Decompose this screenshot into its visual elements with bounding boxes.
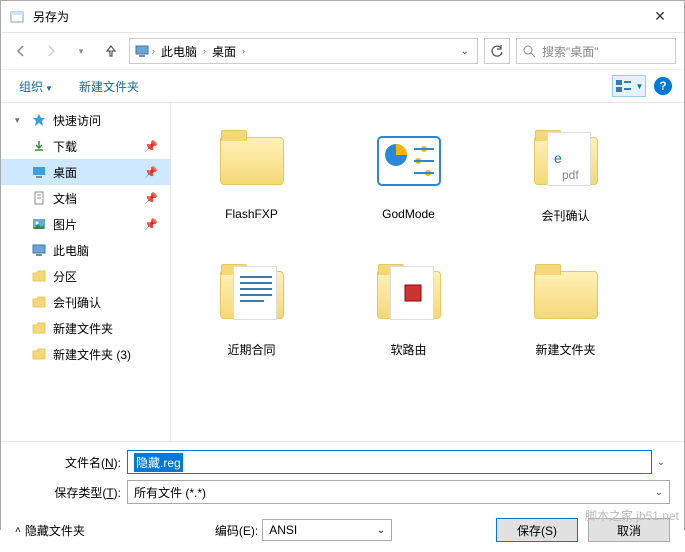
folder-icon (220, 271, 284, 319)
pc-icon (134, 43, 150, 59)
file-item[interactable]: GodMode (336, 115, 481, 245)
pin-icon: 📌 (144, 166, 158, 179)
path-dropdown[interactable]: ⌄ (461, 46, 473, 57)
forward-button[interactable] (39, 39, 63, 63)
help-button[interactable]: ? (654, 77, 672, 95)
encoding-select[interactable]: ANSI⌄ (262, 519, 392, 541)
path-segment[interactable]: 桌面 (208, 43, 240, 60)
up-button[interactable] (99, 39, 123, 63)
chevron-icon: › (150, 46, 157, 56)
recent-dropdown[interactable]: ▾ (69, 39, 93, 63)
filename-label: 文件名(N): (15, 454, 127, 471)
tree-item-folder[interactable]: 分区 (1, 263, 170, 289)
new-folder-button[interactable]: 新建文件夹 (73, 74, 145, 99)
folder-icon (377, 271, 441, 319)
expand-icon[interactable]: ▾ (15, 115, 25, 126)
file-item[interactable]: 软路由 (336, 249, 481, 379)
view-options-button[interactable]: ▼ (612, 75, 646, 97)
filename-dropdown[interactable]: ⌄ (652, 457, 670, 468)
file-item[interactable]: 近期合同 (179, 249, 324, 379)
hide-folders-toggle[interactable]: ˄隐藏文件夹 (15, 522, 85, 539)
tree-item-folder[interactable]: 新建文件夹 (1, 315, 170, 341)
app-icon (9, 9, 25, 25)
save-button[interactable]: 保存(S) (496, 518, 578, 542)
file-item[interactable]: 新建文件夹 (493, 249, 638, 379)
search-input[interactable]: 搜索"桌面" (516, 38, 676, 64)
pin-icon: 📌 (144, 140, 158, 153)
file-item[interactable]: epdf会刊确认 (493, 115, 638, 245)
search-icon (523, 45, 536, 58)
folder-icon: epdf (534, 137, 598, 185)
window-title: 另存为 (33, 8, 640, 25)
tree-item-documents[interactable]: 文档📌 (1, 185, 170, 211)
tree-item-folder[interactable]: 会刊确认 (1, 289, 170, 315)
back-button[interactable] (9, 39, 33, 63)
filetype-label: 保存类型(T): (15, 484, 127, 501)
svg-text:pdf: pdf (562, 168, 579, 182)
pin-icon: 📌 (144, 218, 158, 231)
filetype-select[interactable]: 所有文件 (*.*)⌄ (127, 480, 670, 504)
tree-item-thispc[interactable]: 此电脑 (1, 237, 170, 263)
folder-icon (31, 320, 47, 336)
tree-item-folder[interactable]: 新建文件夹 (3) (1, 341, 170, 367)
chevron-icon: › (240, 46, 247, 56)
document-icon (31, 190, 47, 206)
encoding-label: 编码(E): (215, 522, 258, 539)
file-item[interactable]: FlashFXP (179, 115, 324, 245)
search-placeholder: 搜索"桌面" (542, 43, 599, 60)
tree-item-pictures[interactable]: 图片📌 (1, 211, 170, 237)
address-bar[interactable]: › 此电脑 › 桌面 › ⌄ (129, 38, 478, 64)
download-icon (31, 138, 47, 154)
file-list: FlashFXP GodMode epdf会刊确认 近期合同 软路由 新建文件夹 (171, 103, 684, 441)
folder-icon (31, 294, 47, 310)
tree-label: 快速访问 (53, 112, 101, 129)
tree-quick-access[interactable]: ▾ 快速访问 (1, 107, 170, 133)
tree-item-desktop[interactable]: 桌面📌 (1, 159, 170, 185)
star-icon (31, 112, 47, 128)
refresh-button[interactable] (484, 38, 510, 64)
close-button[interactable]: ✕ (640, 8, 680, 25)
tree-item-downloads[interactable]: 下载📌 (1, 133, 170, 159)
pc-icon (31, 242, 47, 258)
organize-menu[interactable]: 组织▼ (13, 74, 59, 99)
navigation-tree: ▾ 快速访问 下载📌 桌面📌 文档📌 图片📌 此电脑 分区 会刊确认 新建文件夹… (1, 103, 171, 441)
chevron-icon: › (201, 46, 208, 56)
folder-icon (534, 271, 598, 319)
pin-icon: 📌 (144, 192, 158, 205)
folder-icon (31, 268, 47, 284)
watermark: 脚本之家 jb51.net (585, 507, 679, 524)
folder-icon (31, 346, 47, 362)
path-segment[interactable]: 此电脑 (157, 43, 201, 60)
godmode-icon (374, 131, 444, 191)
folder-icon (220, 137, 284, 185)
svg-text:e: e (554, 150, 562, 166)
filename-input[interactable]: 隐藏.reg (127, 450, 652, 474)
picture-icon (31, 216, 47, 232)
desktop-icon (31, 164, 47, 180)
